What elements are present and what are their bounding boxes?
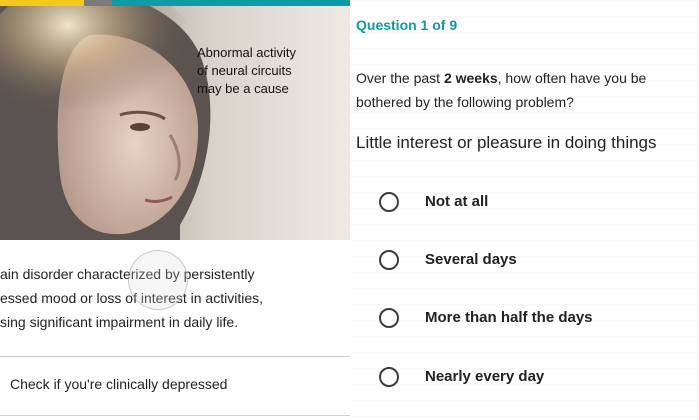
info-panel: Abnormal activity of neural circuits may… [0, 0, 350, 420]
option-label: Several days [425, 251, 517, 268]
option-label: More than half the days [425, 309, 593, 326]
woman-brain-illustration [0, 0, 211, 240]
hero-caption-line: Abnormal activity [197, 45, 296, 60]
prompt-prefix: Over the past [356, 70, 444, 86]
touch-ripple [128, 250, 188, 310]
question-counter: Question 1 of 9 [356, 17, 458, 33]
option-label: Nearly every day [425, 368, 545, 385]
question-item: Little interest or pleasure in doing thi… [356, 133, 657, 152]
check-depression-button[interactable]: Check if you're clinically depressed [0, 356, 350, 416]
radio-button[interactable] [379, 367, 399, 387]
prompt-line-1: Over the past 2 weeks, how often have yo… [356, 66, 699, 90]
prompt-timeframe: 2 weeks [443, 70, 498, 86]
hero-caption-line: may be a cause [197, 81, 289, 96]
hero-caption-line: of neural circuits [197, 63, 292, 78]
prompt-line-2: bothered by the following problem? [356, 94, 574, 110]
progress-remainder [112, 0, 350, 6]
prompt-suffix: , how often have you be [497, 70, 647, 86]
questionnaire-panel: Question 1 of 9 Over the past 2 weeks, h… [350, 0, 699, 420]
radio-button[interactable] [379, 308, 399, 328]
progress-fill [0, 0, 84, 6]
question-prompt: Over the past 2 weeks, how often have yo… [356, 66, 699, 114]
check-depression-label: Check if you're clinically depressed [10, 376, 228, 392]
hero-caption: Abnormal activity of neural circuits may… [197, 44, 337, 98]
definition-line: sing significant impairment in daily lif… [0, 314, 239, 330]
hero-image: Abnormal activity of neural circuits may… [0, 0, 350, 240]
option-label: Not at all [425, 193, 489, 210]
radio-button[interactable] [379, 250, 399, 270]
radio-button[interactable] [379, 192, 399, 212]
